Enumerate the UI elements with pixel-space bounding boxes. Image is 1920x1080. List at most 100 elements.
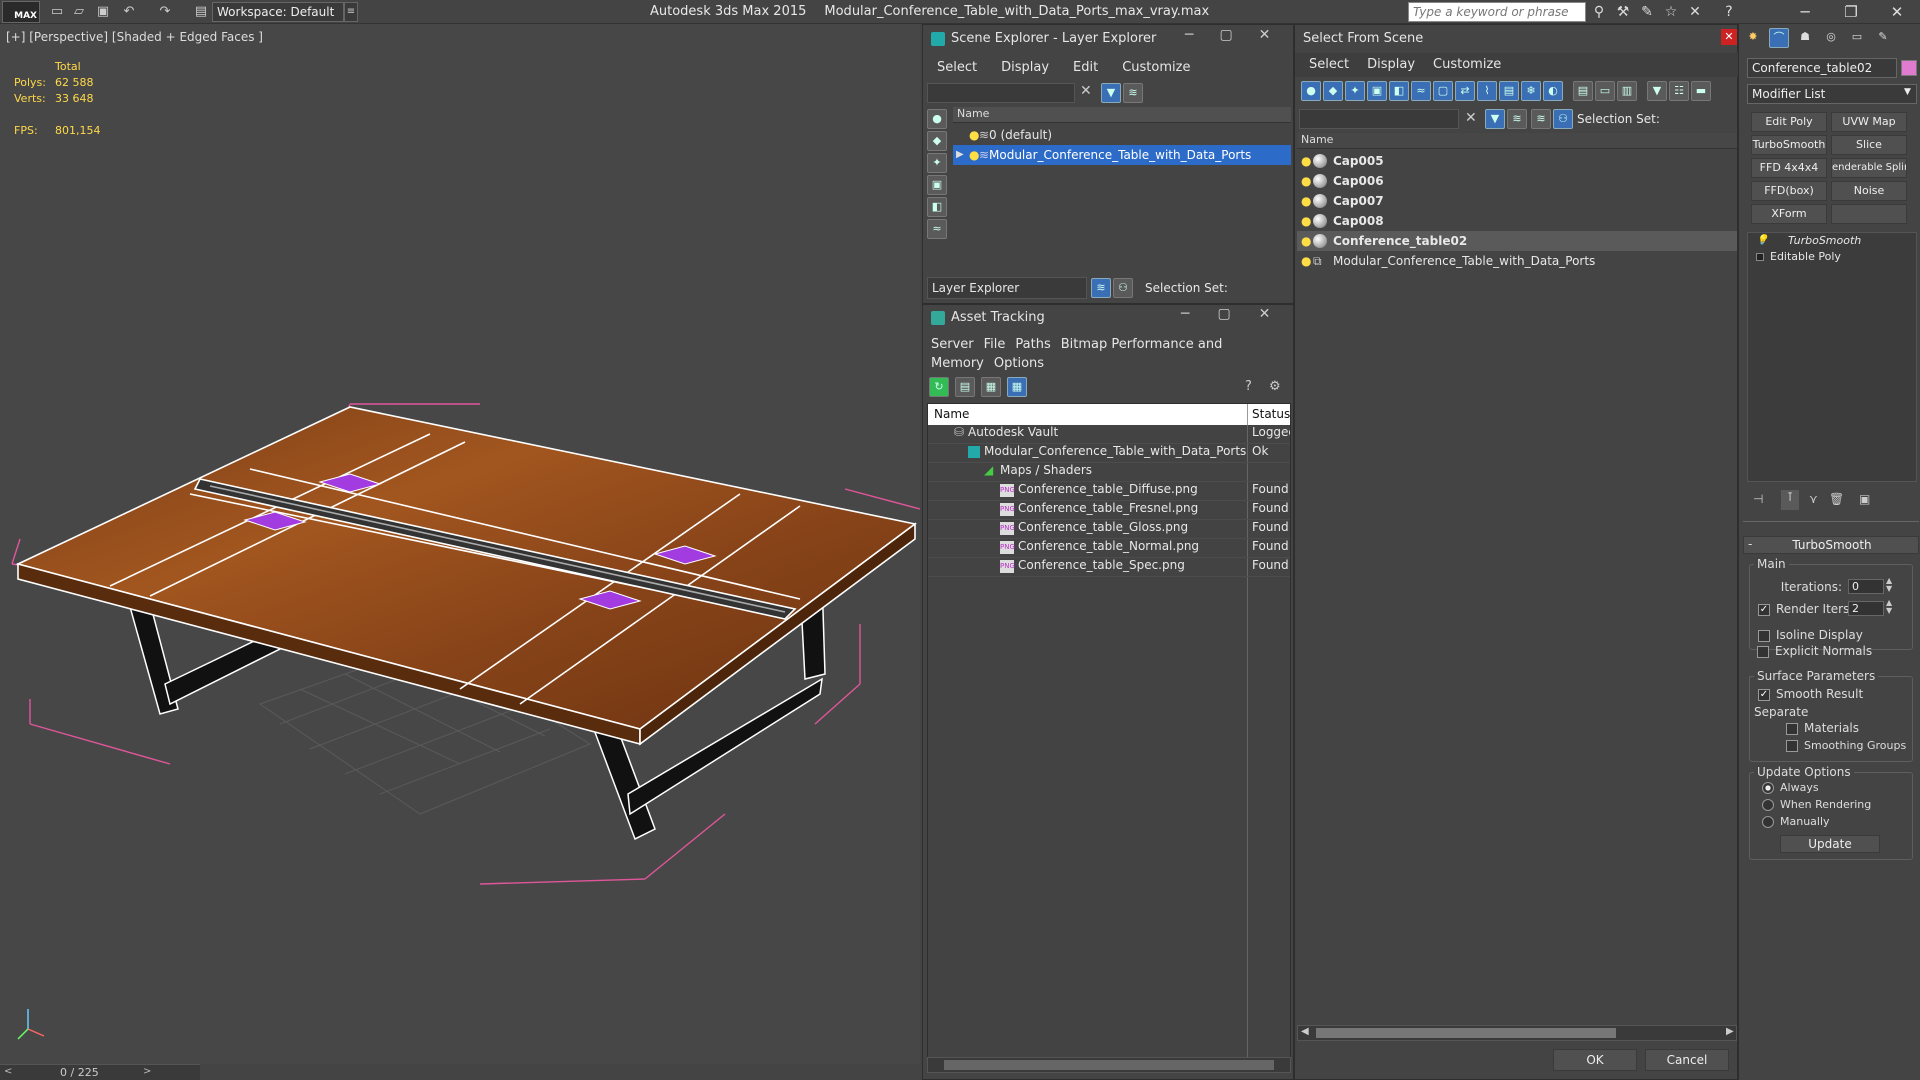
search-input[interactable]: Type a keyword or phrase [1408,2,1586,22]
open-file-icon[interactable]: ▱ [70,3,88,21]
hidden-filter-icon[interactable]: ◐ [1543,81,1563,101]
scrollbar-thumb[interactable] [944,1060,1274,1070]
project-folder-icon[interactable]: ▤ [192,3,210,21]
table-row[interactable]: PNG Conference_table_Spec.png Found [928,558,1290,577]
close-window-button[interactable]: ✕ [1874,0,1920,24]
render-iters-checkbox[interactable]: ✓ Render Iters: [1758,602,1853,616]
noise-button[interactable]: Noise [1831,181,1907,201]
refresh-icon[interactable]: ↻ [929,377,949,397]
light-bulb-icon[interactable]: ● [1301,174,1313,188]
workspace-menu-icon[interactable]: ≡ [344,2,358,22]
favorites-icon[interactable]: ☆ [1662,3,1680,21]
ok-button[interactable]: OK [1553,1049,1637,1071]
time-slider[interactable]: < 0 / 225 > [0,1064,200,1080]
pin-stack-icon[interactable]: ⊣ [1753,492,1763,506]
list-item[interactable]: ● Cap005 [1297,151,1737,171]
close-icon[interactable]: ✕ [1259,27,1271,43]
table-row[interactable]: ◢ Maps / Shaders [928,463,1290,482]
light-bulb-icon[interactable]: ● [1301,214,1313,228]
display-helpers-icon[interactable]: ◧ [927,197,947,217]
modify-tab-icon[interactable]: ⌒ [1769,28,1789,48]
stack-item-editable-poly[interactable]: Editable Poly [1748,249,1916,265]
menu-paths[interactable]: Paths [1015,337,1050,352]
filter-options-icon[interactable]: ▼ [1647,81,1667,101]
light-bulb-icon[interactable]: ● [1301,254,1313,268]
checkbox-icon[interactable] [1757,645,1769,658]
object-color-swatch[interactable] [1901,60,1917,76]
asset-column-status[interactable]: Status [1248,404,1290,425]
ffd-box-button[interactable]: FFD(box) [1751,181,1827,201]
hierarchy-icon[interactable]: ⚇ [1113,278,1133,298]
maximize-icon[interactable]: ▢ [1219,27,1232,43]
layer-explorer-icon[interactable]: ≋ [1531,109,1551,129]
menu-file[interactable]: File [984,337,1006,352]
scroll-right-icon[interactable]: ▶ [1726,1026,1734,1037]
maximize-icon[interactable]: ▢ [1217,306,1230,322]
list-view-icon[interactable]: ▤ [955,377,975,397]
menu-edit[interactable]: Edit [1073,60,1098,75]
shapes-filter-icon[interactable]: ◆ [1323,81,1343,101]
display-cameras-icon[interactable]: ▣ [927,175,947,195]
renderable-spline-button[interactable]: enderable Splin [1831,158,1907,178]
motion-tab-icon[interactable]: ◎ [1821,28,1841,48]
clear-search-icon[interactable]: ✕ [1465,110,1477,126]
exchange-icon[interactable]: ✕ [1686,3,1704,21]
geometry-filter-icon[interactable]: ● [1301,81,1321,101]
scene-explorer-search[interactable] [927,83,1075,103]
select-all-icon[interactable]: ▤ [1573,81,1593,101]
layer-toggle-icon[interactable]: ≋ [1507,109,1527,129]
empty-modifier-button[interactable] [1831,204,1907,224]
uvw-map-button[interactable]: UVW Map [1831,112,1907,132]
spinner-arrows-icon[interactable]: ▲ ▼ [1886,599,1892,615]
display-tab-icon[interactable]: ▭ [1847,28,1867,48]
subscription-icon[interactable]: ⚒ [1614,3,1632,21]
hierarchy-tab-icon[interactable]: ☗ [1795,28,1815,48]
list-item[interactable]: ● Conference_table02 [1297,231,1737,251]
light-bulb-icon[interactable]: ● [1301,194,1313,208]
checkbox-checked-icon[interactable]: ✓ [1758,603,1770,616]
smoothing-groups-checkbox[interactable]: Smoothing Groups [1786,739,1906,752]
minimize-icon[interactable]: ─ [1185,27,1193,43]
table-row[interactable]: ⛁Autodesk Vault Logged [928,425,1290,444]
cameras-filter-icon[interactable]: ▣ [1367,81,1387,101]
materials-checkbox[interactable]: Materials [1786,721,1859,735]
frozen-filter-icon[interactable]: ❄ [1521,81,1541,101]
table-row[interactable]: PNG Conference_table_Gloss.png Found [928,520,1290,539]
layer-toggle-icon[interactable]: ≋ [1123,83,1143,103]
isoline-display-checkbox[interactable]: Isoline Display [1758,628,1863,642]
asset-column-name[interactable]: Name [928,404,1248,425]
checkbox-icon[interactable] [1758,629,1770,642]
manually-radio[interactable]: Manually [1762,815,1830,828]
light-bulb-icon[interactable]: ● [1301,154,1313,168]
asset-horizontal-scrollbar[interactable] [927,1057,1291,1073]
display-lights-icon[interactable]: ✦ [927,153,947,173]
app-logo[interactable]: MAX [2,1,40,23]
timeline-next-icon[interactable]: > [143,1066,151,1077]
list-item[interactable]: ● Cap008 [1297,211,1737,231]
ffd-4x4x4-button[interactable]: FFD 4x4x4 [1751,158,1827,178]
table-model-render[interactable] [0,24,920,1064]
radio-selected-icon[interactable] [1762,782,1774,794]
table-row[interactable]: PNG Conference_table_Diffuse.png Found [928,482,1290,501]
menu-server[interactable]: Server [931,337,974,352]
settings-icon[interactable]: ⚙ [1269,379,1281,394]
containers-filter-icon[interactable]: ▤ [1499,81,1519,101]
redo-icon[interactable]: ↷ [156,3,174,21]
bones-filter-icon[interactable]: ⌇ [1477,81,1497,101]
radio-icon[interactable] [1762,816,1774,828]
helpers-filter-icon[interactable]: ◧ [1389,81,1409,101]
list-item[interactable]: ● ⧉ Modular_Conference_Table_with_Data_Por… [1297,251,1737,271]
select-none-icon[interactable]: ▭ [1595,81,1615,101]
minimize-window-button[interactable]: ─ [1782,0,1828,24]
menu-bitmap-performance[interactable]: Bitmap Performance and Memory [931,337,1222,371]
filter-icon[interactable]: ▼ [1485,109,1505,129]
filter-icon[interactable]: ▼ [1101,83,1121,103]
layer-explorer-icon[interactable]: ≋ [1091,278,1111,298]
explicit-normals-checkbox[interactable]: Explicit Normals [1757,644,1872,658]
perspective-viewport[interactable]: [+] [Perspective] [Shaded + Edged Faces … [0,24,920,1064]
table-row[interactable]: PNG Conference_table_Normal.png Found [928,539,1290,558]
spinner-arrows-icon[interactable]: ▲ ▼ [1886,577,1892,593]
collapse-icon[interactable]: ▬ [1691,81,1711,101]
xform-button[interactable]: XForm [1751,204,1827,224]
minimize-icon[interactable]: ─ [1181,306,1189,322]
